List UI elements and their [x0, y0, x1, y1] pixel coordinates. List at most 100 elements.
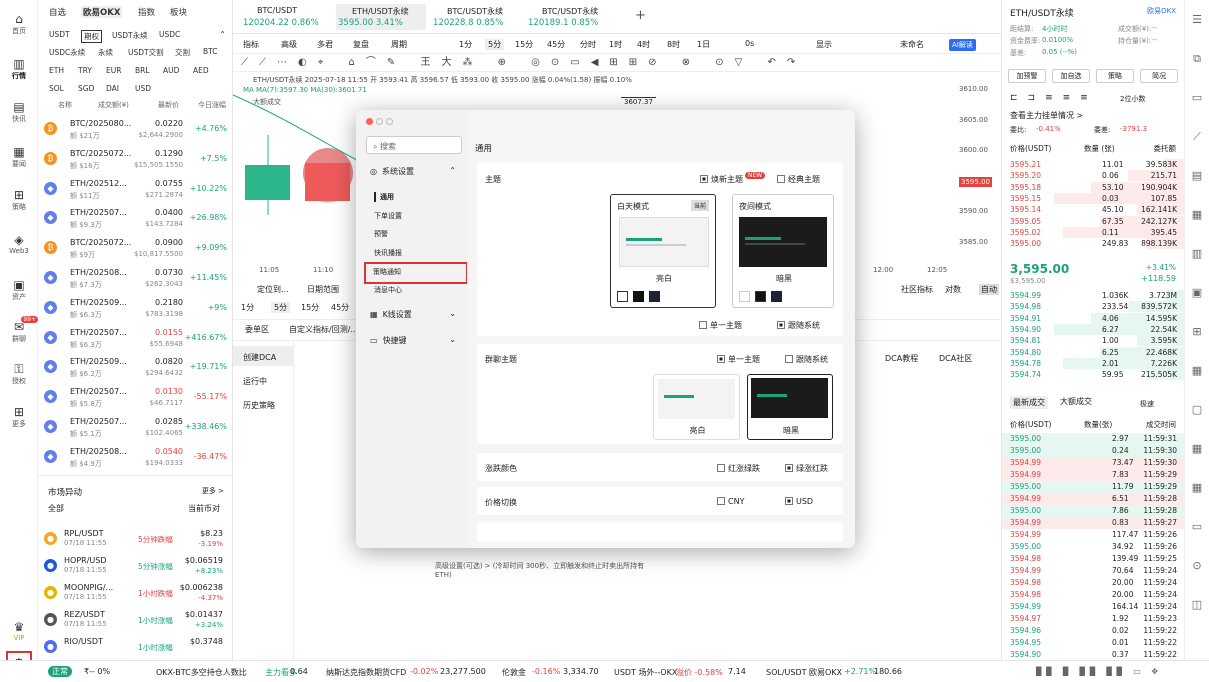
orderbook-row[interactable]: 3594.91 4.06 14.595K [1002, 312, 1185, 325]
movers-more-link[interactable]: 更多 > [202, 486, 224, 496]
orderbook-row[interactable]: 3595.15 0.03 107.85 [1002, 192, 1185, 205]
iconbar-item-chat[interactable]: ✉ 群聊 99+ [0, 316, 38, 344]
rp-button-3[interactable]: 简况 [1140, 69, 1178, 83]
settings-item-1[interactable]: 下单设置 [374, 211, 402, 221]
ticker-item[interactable]: +2.71% [844, 667, 876, 676]
market-header-1[interactable]: 成交额(¥) [98, 100, 129, 110]
order-area-tab[interactable]: 委单区 [245, 324, 269, 335]
toolbar-item-11[interactable]: 4时 [637, 39, 650, 50]
ticker-item[interactable]: SOL/USDT 欧易OKX [766, 667, 842, 678]
chat-follow-option[interactable]: 跟随系统 [785, 354, 828, 365]
toolbar-item-9[interactable]: 分时 [580, 39, 596, 50]
market-row[interactable]: ₿ BTC/2025072... 额 $16万 0.1290 $15,505.1550 +… [38, 144, 232, 176]
market-header-3[interactable]: 今日涨幅 [198, 100, 226, 110]
settings-item-2[interactable]: 预警 [374, 229, 388, 239]
toolbar-item-17[interactable]: AI解读 [949, 39, 976, 51]
market-subtab-sub1-0[interactable]: USDT [49, 30, 70, 39]
window-controls[interactable] [366, 118, 393, 127]
drawing-toolbar[interactable]: ⟋⟋⋯◐⌖ ⌂⌒✎ 王大⁂ ⊕ ◎⊙▭◀⊞⊞⊘ ⊗ ⊙▽ ↶↷ [233, 54, 1001, 72]
market-subtab-sub2-1[interactable]: 永续 [98, 47, 113, 58]
red-up-checkbox[interactable] [717, 464, 725, 472]
collapse-icon[interactable]: ⌃ [219, 30, 226, 39]
market-tab-2[interactable]: 指数 [138, 6, 155, 18]
toolbar-item-7[interactable]: 15分 [515, 39, 533, 50]
iconbar-item-vip[interactable]: ♛ VIP [0, 620, 38, 642]
rp-button-1[interactable]: 加自选 [1052, 69, 1090, 83]
cny-checkbox[interactable] [717, 497, 725, 505]
market-subtab-sub3-3[interactable]: BRL [135, 66, 150, 75]
ticker-item[interactable]: 纳斯达克指数期货CFD [326, 667, 406, 678]
toolbar-item-1[interactable]: 高级 [281, 39, 297, 50]
market-subtab-sub2-3[interactable]: 交割 [175, 47, 190, 58]
toolbar-item-14[interactable]: 0s [745, 39, 754, 48]
settings-section-1[interactable]: ▦ K线设置 ⌄ [370, 309, 460, 325]
side-tools-icon[interactable]: ☰ ⧉ ▭ ⟋ ▤ ▦ ▥ ▣ ⊞ ▦ ▢ ▦ ▦ ▭ ⊙ ◫ [1185, 0, 1209, 624]
iconbar-item-news[interactable]: ▤ 快讯 [0, 100, 38, 124]
market-subtab-sub3-4[interactable]: AUD [163, 66, 179, 75]
market-row[interactable]: ₿ BTC/2025080... 额 $21万 0.0220 $2,644.2900 +4… [38, 114, 232, 146]
orderbook-row[interactable]: 3595.20 0.06 215.71 [1002, 170, 1185, 182]
bottom-interval-2[interactable]: 15分 [301, 302, 319, 313]
market-row[interactable]: ◆ ETH/202507... 额 $5.8万 0.0130 $46.7117 -55.1… [38, 382, 232, 414]
usd-option[interactable]: USD [785, 497, 813, 506]
market-subtab-sub4-1[interactable]: SGD [78, 84, 94, 93]
toolbar-item-3[interactable]: 复盘 [353, 39, 369, 50]
chat-follow-checkbox[interactable] [785, 355, 793, 363]
orderbook-row[interactable]: 3594.80 6.25 22.468K [1002, 346, 1185, 359]
ticker-item[interactable]: 7.14 [728, 667, 746, 676]
market-subtab-sub2-2[interactable]: USDT交割 [128, 47, 164, 58]
market-row[interactable]: ◆ ETH/202512... 额 $11万 0.0755 $271.2874 +10.2… [38, 174, 232, 206]
iconbar-item-more[interactable]: ⊞ 更多 [0, 405, 38, 429]
day-color-swatches[interactable] [617, 291, 660, 304]
ticker-item[interactable]: -0.16% [532, 667, 560, 676]
dca-nav-2[interactable]: 历史策略 [233, 394, 293, 414]
orderbook-row[interactable]: 3594.99 1.036K 3.723M [1002, 290, 1185, 302]
rp-button-0[interactable]: 加预警 [1008, 69, 1046, 83]
new-theme-checkbox[interactable] [700, 175, 708, 183]
market-tab-0[interactable]: 自选 [49, 6, 66, 18]
chat-single-option[interactable]: 单一主题 [717, 354, 760, 365]
depth-select[interactable]: 2位小数 [1120, 94, 1145, 104]
orderbook-row[interactable]: 3595.14 45.10 162.141K [1002, 204, 1185, 216]
settings-item-4[interactable]: 策略通知 [364, 262, 468, 284]
toolbar-item-15[interactable]: 显示 [816, 39, 832, 50]
night-color-swatches[interactable] [739, 291, 782, 304]
iconbar-item-assets[interactable]: ▣ 资产 [0, 278, 38, 302]
market-subtab-sub2-0[interactable]: USDC永续 [49, 47, 85, 58]
iconbar-item-market[interactable]: ▥ 行情 [0, 57, 38, 81]
chart-tab[interactable]: BTC/USDT 120204.22 0.86% [241, 4, 331, 30]
trades-tab-1[interactable]: 大额成交 [1060, 396, 1092, 407]
theme-single-checkbox[interactable] [699, 321, 707, 329]
toolbar-item-4[interactable]: 周期 [391, 39, 407, 50]
market-row[interactable]: ◆ ETH/202507... 额 $5.1万 0.0285 $102.4065 +338… [38, 412, 232, 444]
current-pair-toggle[interactable]: 当前币对 [188, 503, 220, 514]
iconbar-item-home[interactable]: ⌂ 首页 [0, 12, 38, 36]
market-tab-3[interactable]: 板块 [170, 6, 187, 18]
orderbook-row[interactable]: 3594.81 1.00 3.595K [1002, 335, 1185, 347]
dca-link-1[interactable]: DCA社区 [939, 353, 972, 364]
trades-tab-0[interactable]: 最新成交 [1010, 396, 1048, 409]
dca-link-0[interactable]: DCA教程 [885, 353, 918, 364]
chat-dark-card[interactable]: 暗黑 [747, 374, 833, 440]
toolbar-item-6[interactable]: 5分 [485, 39, 505, 50]
iconbar-item-web3[interactable]: ◈ Web3 [0, 233, 38, 255]
toolbar-item-2[interactable]: 多君 [317, 39, 333, 50]
locate-button[interactable]: 定位到... [257, 284, 289, 295]
ticker-item[interactable]: 溢价 -0.58% [676, 667, 723, 678]
theme-follow-checkbox[interactable] [777, 321, 785, 329]
chat-single-checkbox[interactable] [717, 355, 725, 363]
theme-single-option[interactable]: 单一主题 [699, 320, 742, 331]
night-mode-card[interactable]: 夜间模式 暗黑 [732, 194, 834, 308]
market-subtab-sub3-0[interactable]: ETH [49, 66, 64, 75]
market-subtab-sub2-4[interactable]: BTC [203, 47, 218, 56]
custom-indicator-tab[interactable]: 自定义指标/回测/... [289, 324, 358, 335]
ticker-item[interactable]: OKX-BTC多空持仓人数比 [156, 667, 247, 678]
orderbook-row[interactable]: 3595.21 11.01 39.583K [1002, 159, 1185, 171]
whale-orders-link[interactable]: 查看主力挂单情况 > [1010, 110, 1083, 121]
market-subtab-sub3-5[interactable]: AED [193, 66, 209, 75]
ticker-item[interactable]: 180.66 [874, 667, 902, 676]
settings-item-5[interactable]: 消息中心 [374, 285, 402, 295]
toolbar-item-12[interactable]: 8时 [667, 39, 680, 50]
chart-option-2[interactable]: 自动 [979, 284, 999, 295]
market-row[interactable]: ₿ BTC/2025072... 额 $9万 0.0900 $10,817.5500 +9… [38, 233, 232, 265]
